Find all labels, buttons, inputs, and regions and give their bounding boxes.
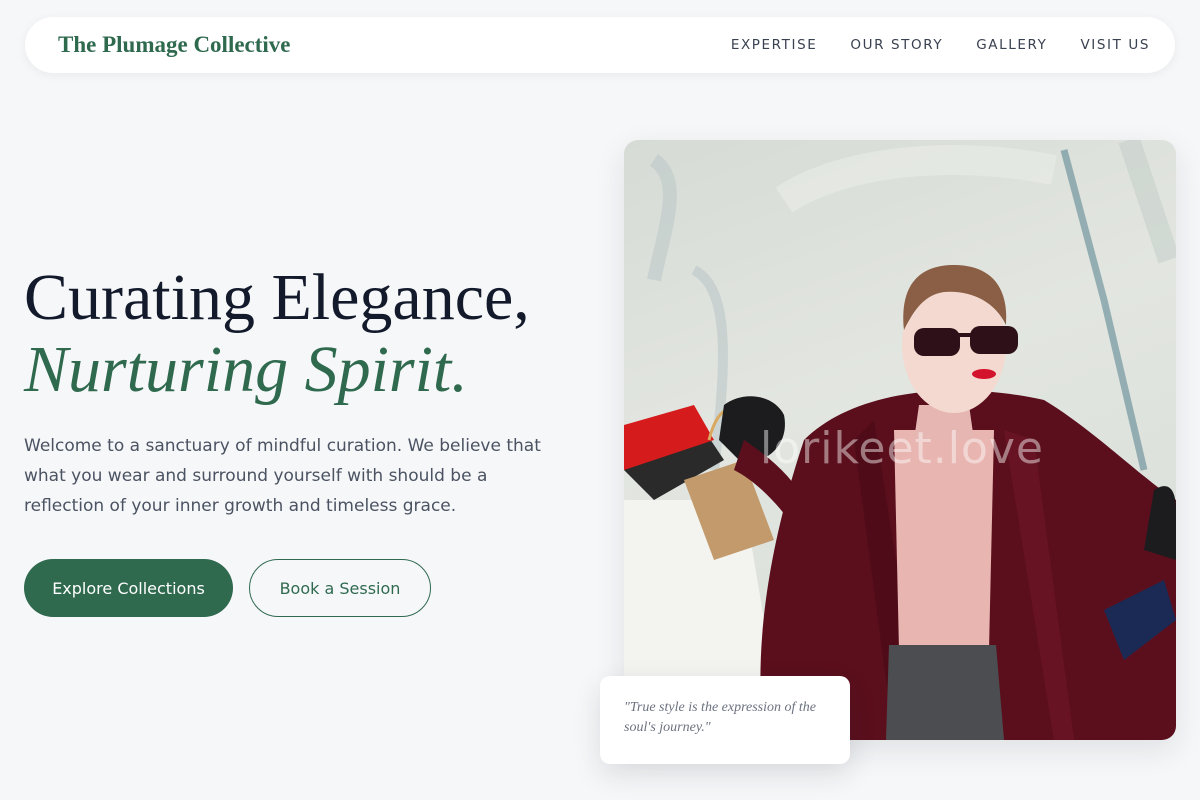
hero-title: Curating Elegance, Nurturing Spirit. <box>24 262 604 406</box>
nav-link-our-story[interactable]: OUR STORY <box>850 37 943 53</box>
explore-collections-button[interactable]: Explore Collections <box>24 559 233 617</box>
quote-text: "True style is the expression of the sou… <box>624 700 817 735</box>
hero-title-line1: Curating Elegance, <box>24 261 530 334</box>
nav-link-visit-us[interactable]: VISIT US <box>1080 37 1150 53</box>
book-session-button[interactable]: Book a Session <box>249 559 431 617</box>
brand-logo[interactable]: The Plumage Collective <box>58 32 291 58</box>
top-navbar: The Plumage Collective EXPERTISE OUR STO… <box>25 17 1175 73</box>
nav-link-gallery[interactable]: GALLERY <box>976 37 1047 53</box>
hero-title-line2: Nurturing Spirit. <box>24 333 468 406</box>
fashion-photo-illustration <box>624 140 1176 740</box>
hero-description: Welcome to a sanctuary of mindful curati… <box>24 436 541 516</box>
hero-image <box>624 140 1176 740</box>
nav-links: EXPERTISE OUR STORY GALLERY VISIT US <box>731 37 1150 53</box>
nav-link-expertise[interactable]: EXPERTISE <box>731 37 818 53</box>
quote-card: "True style is the expression of the sou… <box>600 676 850 764</box>
